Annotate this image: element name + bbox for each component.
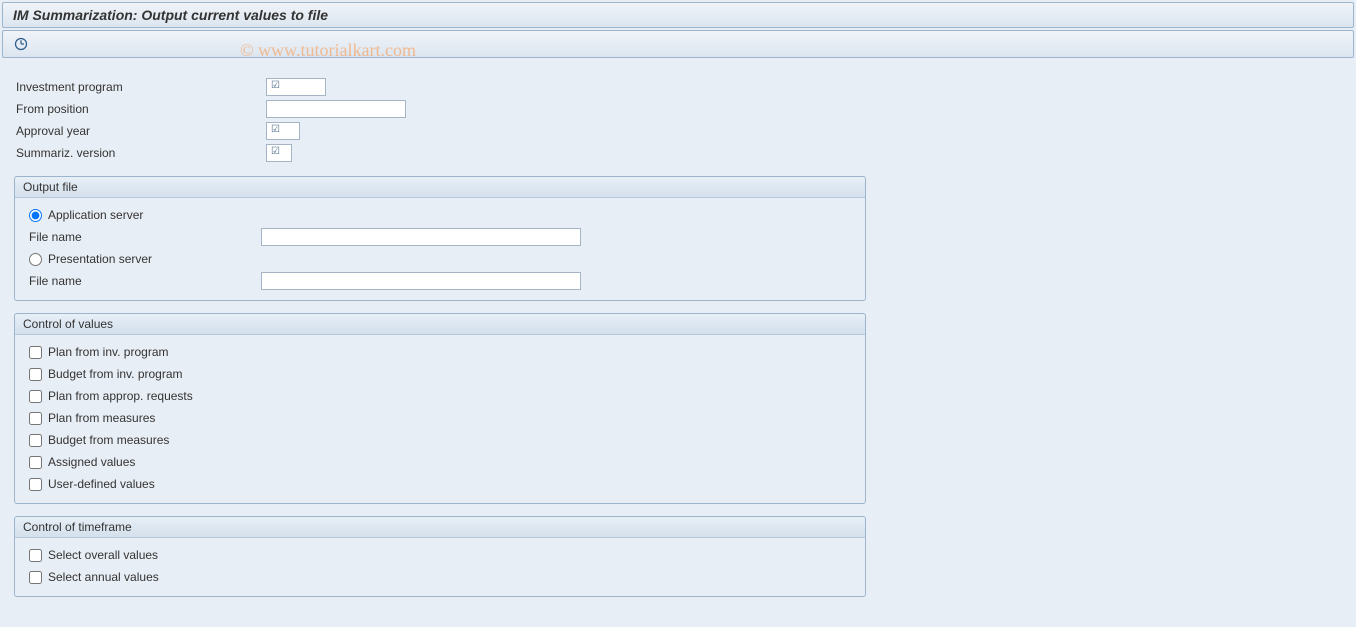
content-area: Investment program ☑ From position Appro… [2, 62, 1354, 625]
budget-from-inv-program-checkbox[interactable] [29, 368, 42, 381]
user-defined-values-label: User-defined values [48, 477, 155, 491]
plan-from-measures-label: Plan from measures [48, 411, 155, 425]
content-scroll[interactable]: Investment program ☑ From position Appro… [2, 62, 1354, 625]
top-fields: Investment program ☑ From position Appro… [6, 70, 1350, 164]
output-file-header: Output file [15, 177, 865, 198]
user-defined-values-checkbox[interactable] [29, 478, 42, 491]
plan-from-approp-requests-checkbox[interactable] [29, 390, 42, 403]
application-server-radio[interactable] [29, 209, 42, 222]
select-annual-values-checkbox[interactable] [29, 571, 42, 584]
summariz-version-input[interactable] [266, 144, 292, 162]
from-position-label: From position [16, 102, 266, 116]
plan-from-approp-requests-label: Plan from approp. requests [48, 389, 193, 403]
from-position-input[interactable] [266, 100, 406, 118]
output-file-group: Output file Application server File name… [14, 176, 866, 301]
investment-program-label: Investment program [16, 80, 266, 94]
approval-year-input[interactable] [266, 122, 300, 140]
plan-from-inv-program-label: Plan from inv. program [48, 345, 169, 359]
budget-from-inv-program-label: Budget from inv. program [48, 367, 183, 381]
control-of-timeframe-body: Select overall values Select annual valu… [15, 538, 865, 596]
page-title-bar: IM Summarization: Output current values … [2, 2, 1354, 28]
budget-from-measures-label: Budget from measures [48, 433, 169, 447]
file-name-1-input[interactable] [261, 228, 581, 246]
assigned-values-label: Assigned values [48, 455, 135, 469]
plan-from-inv-program-checkbox[interactable] [29, 346, 42, 359]
select-overall-values-label: Select overall values [48, 548, 158, 562]
control-of-values-body: Plan from inv. program Budget from inv. … [15, 335, 865, 503]
page-title: IM Summarization: Output current values … [13, 7, 328, 23]
plan-from-measures-checkbox[interactable] [29, 412, 42, 425]
select-annual-values-label: Select annual values [48, 570, 159, 584]
execute-icon[interactable] [13, 36, 29, 52]
control-of-timeframe-group: Control of timeframe Select overall valu… [14, 516, 866, 597]
presentation-server-radio[interactable] [29, 253, 42, 266]
budget-from-measures-checkbox[interactable] [29, 434, 42, 447]
presentation-server-label: Presentation server [48, 252, 152, 266]
toolbar [2, 30, 1354, 58]
approval-year-label: Approval year [16, 124, 266, 138]
control-of-values-header: Control of values [15, 314, 865, 335]
control-of-timeframe-header: Control of timeframe [15, 517, 865, 538]
application-server-label: Application server [48, 208, 143, 222]
summariz-version-label: Summariz. version [16, 146, 266, 160]
control-of-values-group: Control of values Plan from inv. program… [14, 313, 866, 504]
file-name-2-input[interactable] [261, 272, 581, 290]
select-overall-values-checkbox[interactable] [29, 549, 42, 562]
file-name-2-label: File name [29, 274, 261, 288]
file-name-1-label: File name [29, 230, 261, 244]
assigned-values-checkbox[interactable] [29, 456, 42, 469]
investment-program-input[interactable] [266, 78, 326, 96]
